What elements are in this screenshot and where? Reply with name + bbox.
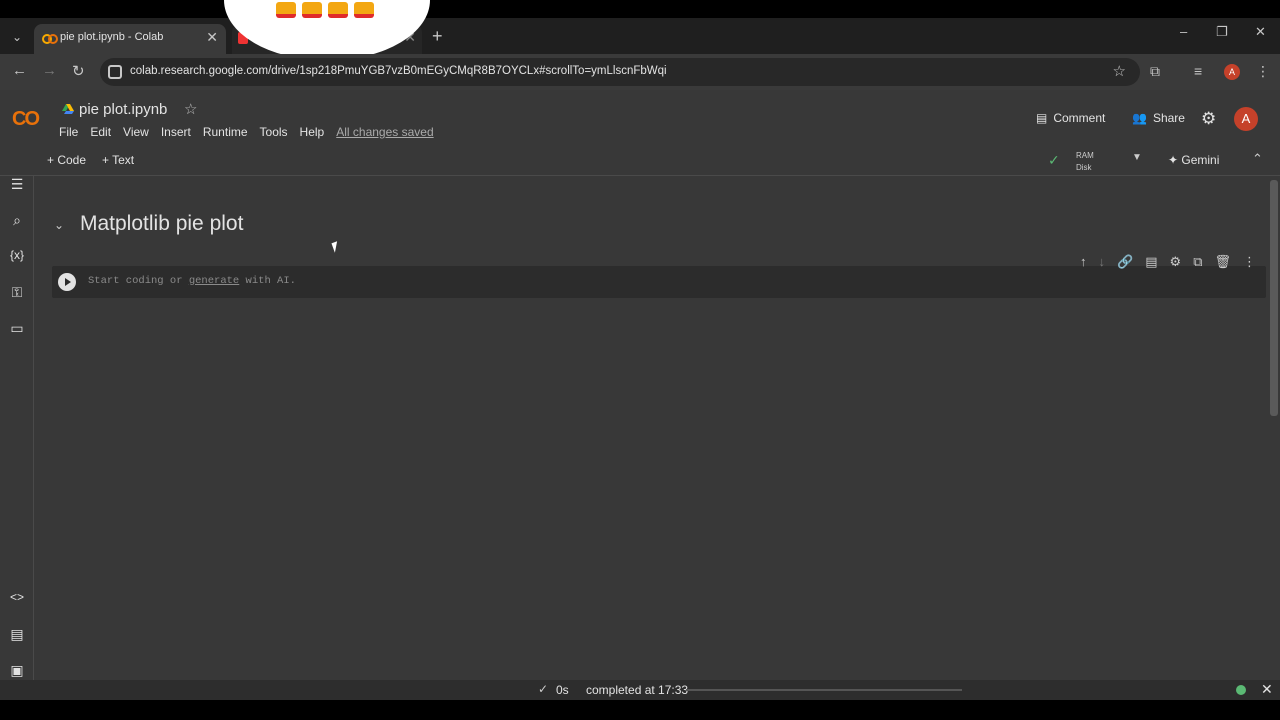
toc-icon[interactable]: ☰ xyxy=(8,176,26,193)
tab-colab[interactable]: pie plot.ipynb - Colab ✕ xyxy=(34,24,226,54)
site-info-icon[interactable] xyxy=(108,65,122,79)
mirror-cell-icon[interactable]: ⧉ xyxy=(1193,254,1202,270)
mouse-cursor xyxy=(331,241,341,253)
section-collapse-icon[interactable]: ⌄ xyxy=(54,218,64,232)
terminal-icon[interactable]: ▣ xyxy=(8,662,26,679)
completed-text: completed at 17:33 xyxy=(586,683,689,697)
bookmark-star-icon[interactable]: ☆ xyxy=(1113,62,1126,80)
colab-app: CO pie plot.ipynb ☆ File Edit View Inser… xyxy=(0,90,1280,700)
comment-button[interactable]: ▤ Comment xyxy=(1036,111,1105,125)
exec-time: 0s xyxy=(556,683,569,697)
media-icon[interactable]: ≡ xyxy=(1194,63,1202,79)
drive-icon xyxy=(62,104,74,114)
tab-title: pie plot.ipynb - Colab xyxy=(60,31,164,43)
command-palette-icon[interactable]: ▤ xyxy=(8,626,26,643)
comment-label: Comment xyxy=(1053,111,1106,125)
files-folder-icon[interactable]: ▭ xyxy=(8,320,26,337)
colab-logo[interactable]: CO xyxy=(12,108,40,131)
more-options-icon[interactable]: ⋮ xyxy=(1243,254,1256,270)
notebook-toolbar: + Code + Text ✓ RAM Disk ▼ ✦ Gemini ⌃ xyxy=(0,146,1280,176)
code-cell[interactable]: Start coding or generate with AI. ↑ ↓ 🔗 … xyxy=(52,254,1266,298)
add-code-button[interactable]: + Code xyxy=(47,153,86,167)
menu-view[interactable]: View xyxy=(123,125,149,139)
browser-tab-strip: ⌄ pie plot.ipynb - Colab ✕ ✕ + – ❐ ✕ xyxy=(0,18,1280,54)
profile-avatar[interactable]: A xyxy=(1234,107,1258,131)
extensions-icon[interactable]: ⧉ xyxy=(1150,63,1160,80)
menu-runtime[interactable]: Runtime xyxy=(203,125,248,139)
gemini-button[interactable]: ✦ Gemini xyxy=(1168,153,1219,167)
delete-icon[interactable]: 🗑 xyxy=(1214,254,1231,270)
left-rail: ☰ ⌕ {x} ⚿ ▭ <> ▤ ▣ xyxy=(0,176,34,700)
cell-settings-icon[interactable]: ⚙ xyxy=(1170,254,1182,270)
people-icon: 👥 xyxy=(1132,111,1147,125)
new-tab-button[interactable]: + xyxy=(432,26,443,47)
search-icon[interactable]: ⌕ xyxy=(8,212,26,229)
share-label: Share xyxy=(1152,111,1185,125)
restore-icon[interactable]: ❐ xyxy=(1216,24,1228,40)
close-window-icon[interactable]: ✕ xyxy=(1255,24,1266,40)
minimize-icon[interactable]: – xyxy=(1180,24,1187,39)
resource-monitor[interactable]: RAM Disk xyxy=(1076,150,1094,174)
status-close-icon[interactable]: ✕ xyxy=(1261,681,1273,698)
menu-tools[interactable]: Tools xyxy=(260,125,288,139)
tab-search-dropdown[interactable]: ⌄ xyxy=(6,26,28,48)
link-icon[interactable]: 🔗 xyxy=(1117,254,1133,270)
collapse-header-icon[interactable]: ⌃ xyxy=(1252,151,1263,167)
status-dot-icon xyxy=(1236,685,1246,695)
colab-favicon-icon xyxy=(42,34,58,44)
reload-icon[interactable]: ↻ xyxy=(72,62,85,80)
tab-close-icon[interactable]: ✕ xyxy=(206,29,218,46)
section-heading: Matplotlib pie plot xyxy=(80,212,244,235)
ram-label: RAM xyxy=(1076,151,1094,160)
browser-profile-avatar[interactable]: A xyxy=(1224,64,1240,80)
generate-link[interactable]: generate xyxy=(189,275,239,287)
status-progress xyxy=(686,689,962,691)
menu-help[interactable]: Help xyxy=(300,125,325,139)
url-text[interactable]: colab.research.google.com/drive/1sp218Pm… xyxy=(130,65,667,77)
status-bar: ✓ 0s completed at 17:33 ✕ xyxy=(0,680,1280,700)
back-icon[interactable]: ← xyxy=(12,62,27,79)
share-button[interactable]: 👥 Share xyxy=(1132,111,1185,125)
overlay-square xyxy=(276,2,296,18)
address-bar[interactable]: colab.research.google.com/drive/1sp218Pm… xyxy=(100,58,1140,86)
cell-input[interactable]: Start coding or generate with AI. xyxy=(88,275,296,287)
forward-icon[interactable]: → xyxy=(42,62,57,79)
run-cell-button[interactable] xyxy=(58,273,76,291)
cell-toolbar: ↑ ↓ 🔗 ▤ ⚙ ⧉ 🗑 ⋮ xyxy=(1080,254,1256,270)
menu-insert[interactable]: Insert xyxy=(161,125,191,139)
connected-check-icon: ✓ xyxy=(1048,152,1060,168)
menu-bar: File Edit View Insert Runtime Tools Help… xyxy=(59,125,434,139)
settings-gear-icon[interactable]: ⚙ xyxy=(1201,109,1216,129)
star-notebook-icon[interactable]: ☆ xyxy=(184,100,197,118)
comment-cell-icon[interactable]: ▤ xyxy=(1145,254,1157,270)
add-text-button[interactable]: + Text xyxy=(102,153,134,167)
overlay-square xyxy=(354,2,374,18)
variables-icon[interactable]: {x} xyxy=(8,248,26,262)
menu-edit[interactable]: Edit xyxy=(90,125,111,139)
runtime-dropdown-icon[interactable]: ▼ xyxy=(1132,152,1142,163)
code-snippets-icon[interactable]: <> xyxy=(8,590,26,604)
overlay-square xyxy=(328,2,348,18)
gemini-label: Gemini xyxy=(1181,153,1220,167)
disk-label: Disk xyxy=(1076,163,1092,172)
browser-toolbar: ← → ↻ colab.research.google.com/drive/1s… xyxy=(0,54,1280,90)
secrets-key-icon[interactable]: ⚿ xyxy=(8,284,26,301)
comment-icon: ▤ xyxy=(1036,111,1048,125)
save-status[interactable]: All changes saved xyxy=(336,125,433,139)
overlay-square xyxy=(302,2,322,18)
menu-file[interactable]: File xyxy=(59,125,78,139)
scrollbar[interactable] xyxy=(1270,180,1278,416)
move-up-icon[interactable]: ↑ xyxy=(1080,254,1087,270)
notebook-title[interactable]: pie plot.ipynb xyxy=(79,101,167,118)
browser-menu-icon[interactable]: ⋮ xyxy=(1256,63,1270,80)
move-down-icon[interactable]: ↓ xyxy=(1099,254,1106,270)
status-check-icon: ✓ xyxy=(538,682,549,696)
